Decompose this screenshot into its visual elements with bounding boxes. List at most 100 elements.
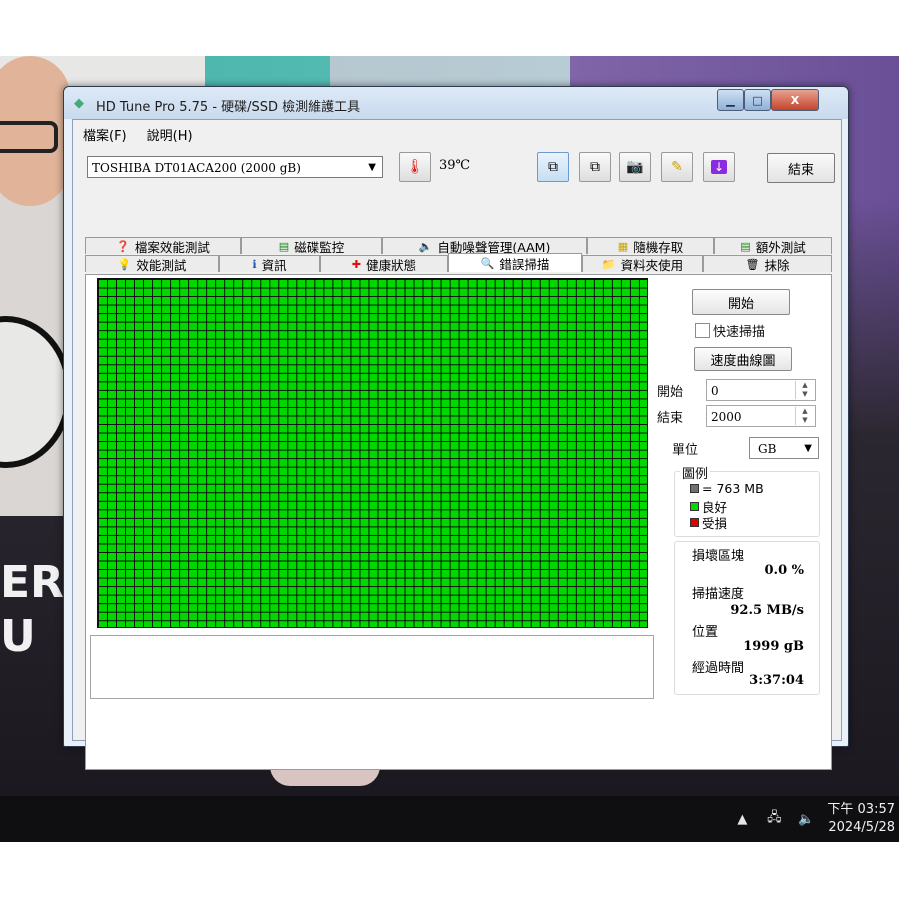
taskbar: ▲ 🖧 🔈 下午 03:57 2024/5/28	[0, 796, 899, 842]
tab-disk-monitor[interactable]: ▤ 磁碟監控	[241, 237, 382, 255]
clock-date: 2024/5/28	[828, 820, 895, 835]
copy-info-button[interactable]: ⧉	[579, 152, 611, 182]
tab-label: 健康狀態	[366, 257, 417, 273]
start-spin-arrows-icon[interactable]: ▲ ▼	[795, 381, 814, 399]
copy-info-icon: ⧉	[590, 159, 600, 175]
unit-select[interactable]: GB ▼	[749, 437, 819, 459]
tab-folder-usage[interactable]: 📁 資料夾使用	[582, 255, 703, 273]
error-scan-panel: 開始 快速掃描 速度曲線圖 開始 0 ▲ ▼ 結束 2000 ▲ ▼ 單位 GB ▼…	[85, 274, 832, 770]
end-position-input[interactable]: 2000 ▲ ▼	[706, 405, 816, 427]
tab-label: 磁碟監控	[294, 239, 345, 255]
disk-monitor-icon: ▤	[278, 239, 290, 253]
wallpaper-glasses	[0, 121, 58, 153]
scan-log-box[interactable]	[90, 635, 654, 699]
tab-aam[interactable]: 🔈 自動噪聲管理(AAM)	[382, 237, 587, 255]
wallpaper-text-line-2: U	[0, 611, 36, 662]
scan-speed-value: 92.5 MB/s	[730, 603, 804, 618]
tab-label: 錯誤掃描	[499, 256, 550, 272]
tab-label: 抹除	[764, 257, 790, 273]
tab-label: 檔案效能測試	[134, 239, 210, 255]
tab-label: 隨機存取	[633, 239, 684, 255]
damaged-blocks-value: 0.0 %	[764, 563, 805, 578]
download-arrow-icon: ↓	[710, 160, 728, 174]
menu-file[interactable]: 檔案(F)	[73, 122, 137, 144]
tab-benchmark[interactable]: 💡 效能測試	[85, 255, 219, 273]
tab-row-bottom: 💡 效能測試 ℹ 資訊 ✚ 健康狀態 🔍 錯誤掃描 📁 資料夾使用 🗑 抹除	[85, 253, 832, 273]
client-area: 檔案(F) 說明(H) TOSHIBA DT01ACA200 (2000 gB)…	[72, 119, 842, 770]
hdtune-app-icon[interactable]: ◆	[74, 96, 90, 111]
tab-label: 額外測試	[755, 239, 806, 255]
tab-health[interactable]: ✚ 健康狀態	[320, 255, 448, 273]
drive-select-value: TOSHIBA DT01ACA200 (2000 gB)	[92, 161, 301, 175]
speaker-icon: 🔈	[418, 239, 433, 253]
green-swatch-icon	[690, 502, 699, 511]
tab-row-top: ❓ 檔案效能測試 ▤ 磁碟監控 🔈 自動噪聲管理(AAM) ▦ 隨機存取 ▤ 額外測試	[85, 237, 832, 255]
show-hidden-icons-icon[interactable]: ▲	[731, 812, 753, 827]
chevron-down-icon: ▼	[804, 443, 812, 454]
tab-error-scan[interactable]: 🔍 錯誤掃描	[448, 253, 582, 272]
chevron-down-icon: ▼	[368, 162, 376, 173]
scan-speed-label: 掃描速度	[692, 587, 745, 602]
start-position-input[interactable]: 0 ▲ ▼	[706, 379, 816, 401]
quick-scan-label[interactable]: 快速掃描	[713, 321, 765, 340]
legend-title: 圖例	[680, 463, 711, 482]
unit-select-value: GB	[758, 442, 777, 456]
extra-tests-icon: ▤	[740, 239, 751, 253]
legend-item-damaged: 受損	[690, 513, 727, 532]
window-title: HD Tune Pro 5.75 - 硬碟/SSD 檢測維護工具	[96, 100, 361, 115]
wallpaper-face	[0, 56, 70, 206]
start-scan-button[interactable]: 開始	[692, 289, 790, 315]
quick-scan-checkbox[interactable]	[695, 323, 710, 338]
volume-icon[interactable]: 🔈	[795, 812, 817, 827]
network-icon[interactable]: 🖧	[763, 808, 785, 830]
tab-erase[interactable]: 🗑 抹除	[703, 255, 832, 273]
position-value: 1999 gB	[743, 639, 804, 654]
info-icon: ℹ	[252, 257, 257, 271]
legend-label: = 763 MB	[702, 481, 764, 496]
hdtune-window: ◆ HD Tune Pro 5.75 - 硬碟/SSD 檢測維護工具 ▁ □ X…	[63, 86, 849, 770]
menu-help[interactable]: 說明(H)	[137, 122, 203, 144]
thermometer-icon: 🌡	[406, 159, 424, 175]
speed-map-button[interactable]: 速度曲線圖	[694, 347, 792, 371]
tab-label: 資料夾使用	[620, 257, 684, 273]
title-bar[interactable]: ◆ HD Tune Pro 5.75 - 硬碟/SSD 檢測維護工具 ▁ □ X	[64, 87, 848, 119]
file-benchmark-icon: ❓	[116, 239, 130, 253]
clock-time: 下午 03:57	[827, 802, 895, 817]
temperature-button[interactable]: 🌡	[399, 152, 431, 182]
minimize-button[interactable]: ▁	[717, 89, 744, 111]
trash-icon: 🗑	[745, 257, 760, 271]
wallpaper-text: ER U	[0, 556, 64, 664]
position-label: 位置	[692, 625, 719, 640]
elapsed-time-value: 3:37:04	[749, 673, 804, 688]
clock[interactable]: 下午 03:57 2024/5/28	[827, 801, 899, 837]
maximize-button[interactable]: □	[744, 89, 771, 111]
copy-text-button[interactable]: ⧉	[537, 152, 569, 182]
wallpaper-text-line-1: ER	[0, 557, 64, 608]
red-swatch-icon	[690, 518, 699, 527]
tab-label: 資訊	[261, 257, 287, 273]
save-button[interactable]: ↓	[703, 152, 735, 182]
start-position-value: 0	[711, 384, 719, 398]
drive-select[interactable]: TOSHIBA DT01ACA200 (2000 gB) ▼	[87, 156, 383, 178]
tab-info[interactable]: ℹ 資訊	[219, 255, 320, 273]
end-spin-arrows-icon[interactable]: ▲ ▼	[795, 407, 814, 425]
tab-file-benchmark[interactable]: ❓ 檔案效能測試	[85, 237, 241, 255]
copy-icon: ⧉	[548, 159, 558, 175]
options-button[interactable]: ✎	[661, 152, 693, 182]
tab-random-access[interactable]: ▦ 隨機存取	[587, 237, 714, 255]
random-access-icon: ▦	[617, 239, 629, 253]
magnifier-icon: 🔍	[480, 256, 495, 270]
tab-extra-tests[interactable]: ▤ 額外測試	[714, 237, 832, 255]
screenshot-button[interactable]: 📷	[619, 152, 651, 182]
folder-icon: 📁	[601, 257, 616, 271]
toolbar: TOSHIBA DT01ACA200 (2000 gB) ▼ 🌡 39℃ ⧉ ⧉…	[73, 150, 841, 190]
damaged-blocks-label: 損壞區塊	[692, 549, 745, 564]
system-tray: ▲ 🖧 🔈 下午 03:57 2024/5/28	[731, 796, 899, 842]
exit-button[interactable]: 結束	[767, 153, 835, 183]
tab-label: 效能測試	[136, 257, 187, 273]
menu-bar: 檔案(F) 說明(H)	[73, 122, 203, 144]
block-map-grid	[97, 278, 648, 628]
benchmark-icon: 💡	[117, 257, 132, 271]
close-button[interactable]: X	[771, 89, 819, 111]
start-position-label: 開始	[657, 385, 684, 400]
